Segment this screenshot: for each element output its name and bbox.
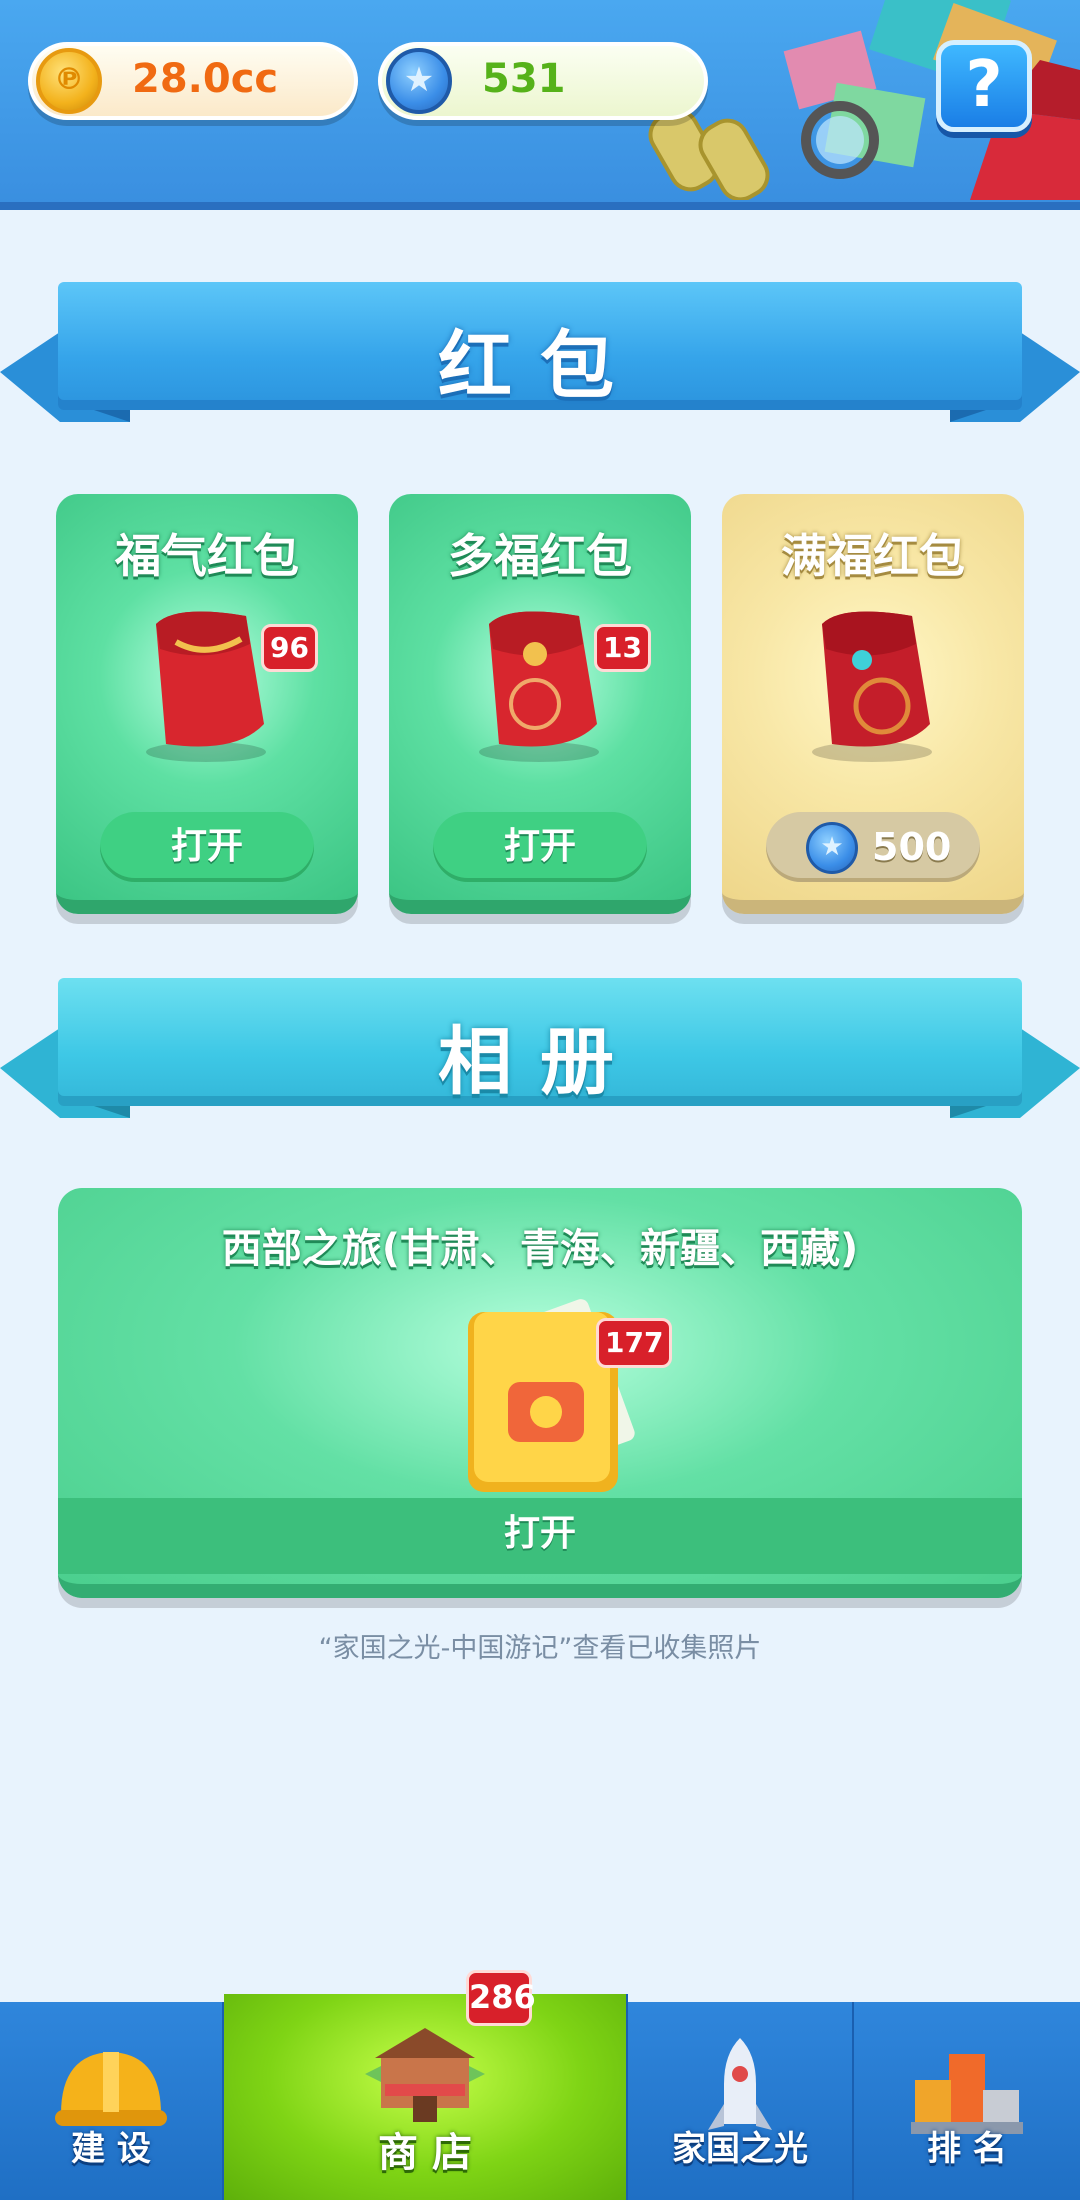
nav-label: 商 店 [378, 2130, 472, 2176]
gem-value: 531 [482, 56, 566, 102]
red-packet-card-duofu[interactable]: 多福红包 13 打开 [389, 494, 691, 914]
open-button[interactable]: 打开 [100, 812, 314, 882]
album-card-west-trip[interactable]: 西部之旅(甘肃、青海、新疆、西藏) 177 打开 [58, 1188, 1022, 1598]
top-bar: ℗ 28.0cc ★ 531 ? [0, 0, 1080, 210]
gem-balance[interactable]: ★ 531 [378, 42, 708, 120]
nav-tab-shop[interactable]: 商 店 [224, 1994, 628, 2200]
open-album-button[interactable]: 打开 [58, 1498, 1022, 1574]
shop-notification-badge: 286 [466, 1970, 536, 2026]
card-title: 福气红包 [115, 529, 299, 583]
open-button[interactable]: 打开 [433, 812, 647, 882]
coin-glyph: ℗ [54, 62, 84, 97]
nav-label: 排 名 [927, 2129, 1007, 2169]
card-title: 满福红包 [781, 529, 965, 583]
red-envelope-icon [812, 611, 932, 762]
count-badge: 13 [594, 624, 651, 672]
coin-balance[interactable]: ℗ 28.0cc [28, 42, 358, 120]
section-title: 相册 [438, 1019, 642, 1105]
section-title: 红包 [438, 323, 642, 409]
album-section-banner: 相册 [0, 978, 1080, 1138]
nav-tab-build[interactable]: 建 设 [0, 2002, 224, 2200]
red-packet-section-banner: 红包 [0, 282, 1080, 442]
nav-label: 建 设 [71, 2129, 151, 2169]
price-value: 500 [872, 825, 952, 869]
count-badge: 177 [596, 1318, 673, 1368]
nav-tab-homeland-light[interactable]: 家国之光 [628, 2002, 854, 2200]
count-badge: 96 [261, 624, 318, 672]
red-packet-card-fuqi[interactable]: 福气红包 96 打开 [56, 494, 358, 914]
red-envelope-icon [146, 611, 266, 762]
nav-label: 家国之光 [672, 2129, 808, 2169]
bottom-navigation: 建 设 商 店 家国之光 排 名 [0, 1994, 1080, 2200]
nav-tab-ranking[interactable]: 排 名 [854, 2002, 1080, 2200]
question-mark-icon: ? [965, 48, 1003, 122]
star-gem-icon: ★ [806, 822, 858, 874]
help-button[interactable]: ? [936, 40, 1032, 132]
coin-icon: ℗ [36, 48, 102, 114]
card-title: 多福红包 [448, 529, 632, 583]
gem-glyph: ★ [403, 60, 435, 100]
album-hint-text: “家国之光-中国游记”查看已收集照片 [318, 1633, 762, 1664]
star-gem-icon: ★ [386, 48, 452, 114]
coin-value: 28.0cc [132, 56, 279, 102]
album-title: 西部之旅(甘肃、青海、新疆、西藏) [221, 1226, 859, 1272]
red-envelope-icon [479, 611, 599, 762]
buy-with-gems-button[interactable]: ★ 500 [766, 812, 980, 882]
red-packet-card-manfu[interactable]: 满福红包 ★ 500 [722, 494, 1024, 914]
